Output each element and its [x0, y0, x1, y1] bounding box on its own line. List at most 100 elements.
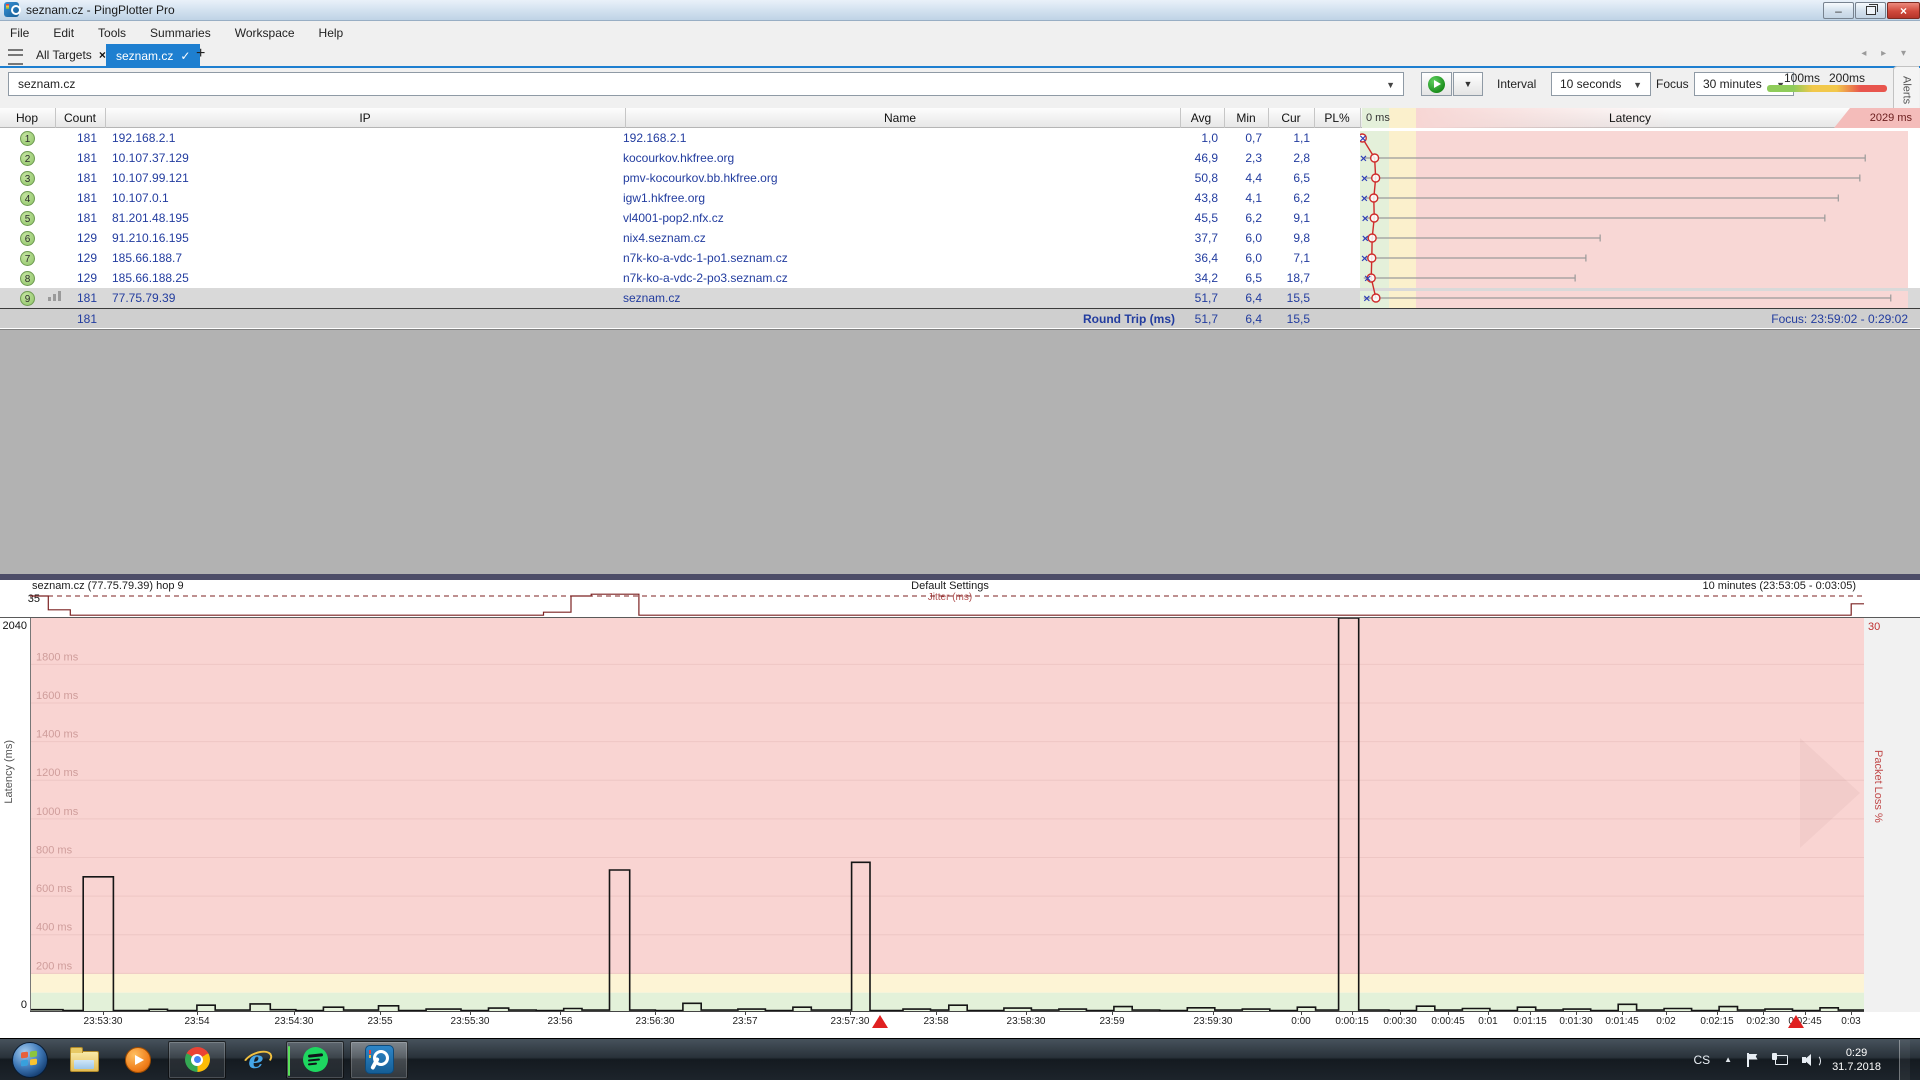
network-icon[interactable]: [1772, 1053, 1788, 1067]
taskbar: e CS ▲ 0:29 31.7.2018: [0, 1038, 1920, 1080]
table-row[interactable]: 7129185.66.188.7n7k-ko-a-vdc-1-po1.sezna…: [0, 248, 1920, 268]
table-row[interactable]: 318110.107.99.121pmv-kocourkov.bb.hkfree…: [0, 168, 1920, 188]
table-row[interactable]: 8129185.66.188.25n7k-ko-a-vdc-2-po3.sezn…: [0, 268, 1920, 288]
col-name[interactable]: Name: [884, 111, 916, 125]
time-tick-label: 23:58:30: [1007, 1016, 1046, 1027]
focus-select[interactable]: 30 minutes ▼: [1694, 72, 1794, 96]
clock-time: 0:29: [1832, 1046, 1881, 1060]
chevron-down-icon[interactable]: ▼: [1386, 80, 1395, 90]
hop-number-badge: 3: [20, 171, 35, 186]
min-latency: 6,4: [1222, 291, 1262, 305]
interval-select[interactable]: 10 seconds ▼: [1551, 72, 1651, 96]
col-pl[interactable]: PL%: [1324, 111, 1349, 125]
avg-latency: 43,8: [1178, 191, 1218, 205]
time-tick-label: 0:02:30: [1746, 1016, 1779, 1027]
jitter-graph[interactable]: 35 Jitter (ms): [0, 593, 1920, 618]
col-latency[interactable]: Latency: [1609, 111, 1651, 125]
menu-help[interactable]: Help: [309, 26, 358, 40]
taskbar-explorer[interactable]: [60, 1041, 108, 1079]
hop-number-badge: 6: [20, 231, 35, 246]
menu-workspace[interactable]: Workspace: [225, 26, 309, 40]
target-input[interactable]: seznam.cz ▼: [8, 72, 1404, 96]
round-trip-cur: 15,5: [1266, 312, 1310, 326]
show-desktop-button[interactable]: [1899, 1040, 1910, 1080]
start-button[interactable]: [6, 1041, 54, 1079]
tab-scroll-arrows[interactable]: ◂ ▸ ▾: [1861, 48, 1912, 59]
col-min[interactable]: Min: [1236, 111, 1255, 125]
taskbar-chrome[interactable]: [168, 1041, 226, 1079]
min-latency: 6,5: [1222, 271, 1262, 285]
hop-number-badge: 1: [20, 131, 35, 146]
time-tick-label: 23:58: [923, 1016, 948, 1027]
new-tab-button[interactable]: +: [196, 45, 205, 63]
timeline-target-label: seznam.cz (77.75.79.39) hop 9: [32, 580, 184, 592]
hop-ip: 10.107.99.121: [112, 171, 189, 185]
sample-count: 181: [55, 131, 97, 145]
hop-name: n7k-ko-a-vdc-1-po1.seznam.cz: [623, 251, 788, 265]
target-input-value: seznam.cz: [18, 77, 75, 91]
svg-text:1600 ms: 1600 ms: [36, 690, 79, 702]
menu-edit[interactable]: Edit: [43, 26, 88, 40]
table-row[interactable]: 218110.107.37.129kocourkov.hkfree.org46,…: [0, 148, 1920, 168]
time-tick-label: 23:55: [367, 1016, 392, 1027]
hamburger-icon[interactable]: [8, 49, 23, 65]
taskbar-media-player[interactable]: [114, 1041, 162, 1079]
min-latency: 2,3: [1222, 151, 1262, 165]
close-tab-icon[interactable]: ×: [99, 48, 106, 62]
tab-seznam[interactable]: seznam.cz ✓: [106, 44, 200, 68]
taskbar-pingplotter[interactable]: [350, 1041, 408, 1079]
axis-tick: [197, 1012, 198, 1015]
minimize-button[interactable]: –: [1823, 2, 1854, 19]
avg-latency: 51,7: [1178, 291, 1218, 305]
action-center-flag-icon[interactable]: [1746, 1053, 1758, 1067]
col-ip[interactable]: IP: [359, 111, 370, 125]
table-row[interactable]: 518181.201.48.195vl4001-pop2.nfx.cz45,56…: [0, 208, 1920, 228]
col-count[interactable]: Count: [64, 111, 96, 125]
start-trace-button[interactable]: [1421, 72, 1452, 96]
restore-button[interactable]: [1855, 2, 1886, 19]
axis-tick: [1488, 1012, 1489, 1015]
menu-tools[interactable]: Tools: [88, 26, 140, 40]
table-row[interactable]: 1181192.168.2.1192.168.2.11,00,71,1: [0, 128, 1920, 148]
spotify-icon: [303, 1047, 328, 1072]
sample-count: 181: [55, 171, 97, 185]
y-axis-zero-label: 0: [0, 999, 27, 1011]
taskbar-internet-explorer[interactable]: e: [232, 1041, 280, 1079]
table-row[interactable]: 918177.75.79.39seznam.cz51,76,415,5: [0, 288, 1920, 308]
taskbar-spotify[interactable]: [286, 1041, 344, 1079]
interval-value: 10 seconds: [1560, 77, 1621, 91]
hop-number-badge: 2: [20, 151, 35, 166]
alert-marker-icon[interactable]: [1788, 1015, 1804, 1028]
volume-icon[interactable]: [1802, 1053, 1818, 1067]
table-row[interactable]: 612991.210.16.195nix4.seznam.cz37,76,09,…: [0, 228, 1920, 248]
toolbar: seznam.cz ▼ ▼ Interval 10 seconds ▼ Focu…: [0, 68, 1920, 108]
timeline-settings-label[interactable]: Default Settings: [911, 580, 989, 592]
tab-bar: All Targets × seznam.cz ✓ + ◂ ▸ ▾: [0, 44, 1920, 68]
cur-latency: 6,5: [1266, 171, 1310, 185]
menu-file[interactable]: File: [0, 26, 43, 40]
time-tick-label: 0:01:15: [1513, 1016, 1546, 1027]
col-avg[interactable]: Avg: [1191, 111, 1211, 125]
latency-timeline-graph[interactable]: 1800 ms1600 ms1400 ms1200 ms1000 ms800 m…: [30, 618, 1864, 1012]
tab-all-targets[interactable]: All Targets ×: [26, 44, 116, 66]
time-tick-label: 23:59:30: [1194, 1016, 1233, 1027]
close-button[interactable]: ×: [1887, 2, 1920, 19]
taskbar-clock[interactable]: 0:29 31.7.2018: [1832, 1046, 1881, 1074]
svg-text:1000 ms: 1000 ms: [36, 806, 79, 818]
cur-latency: 6,2: [1266, 191, 1310, 205]
time-tick-label: 0:00:30: [1383, 1016, 1416, 1027]
col-hop[interactable]: Hop: [16, 111, 38, 125]
round-trip-row[interactable]: 181 Round Trip (ms) 51,7 6,4 15,5 Focus:…: [0, 308, 1920, 328]
app-icon: [4, 2, 19, 17]
tray-expand-icon[interactable]: ▲: [1724, 1055, 1732, 1064]
hop-ip: 81.201.48.195: [112, 211, 189, 225]
alerts-side-tab[interactable]: Alerts: [1893, 66, 1919, 114]
trace-options-dropdown[interactable]: ▼: [1453, 72, 1483, 96]
cur-latency: 15,5: [1266, 291, 1310, 305]
time-tick-label: 0:00:45: [1431, 1016, 1464, 1027]
menu-summaries[interactable]: Summaries: [140, 26, 225, 40]
col-cur[interactable]: Cur: [1281, 111, 1300, 125]
table-row[interactable]: 418110.107.0.1igw1.hkfree.org43,84,16,2: [0, 188, 1920, 208]
alert-marker-icon[interactable]: [872, 1015, 888, 1028]
language-indicator[interactable]: CS: [1693, 1053, 1710, 1067]
